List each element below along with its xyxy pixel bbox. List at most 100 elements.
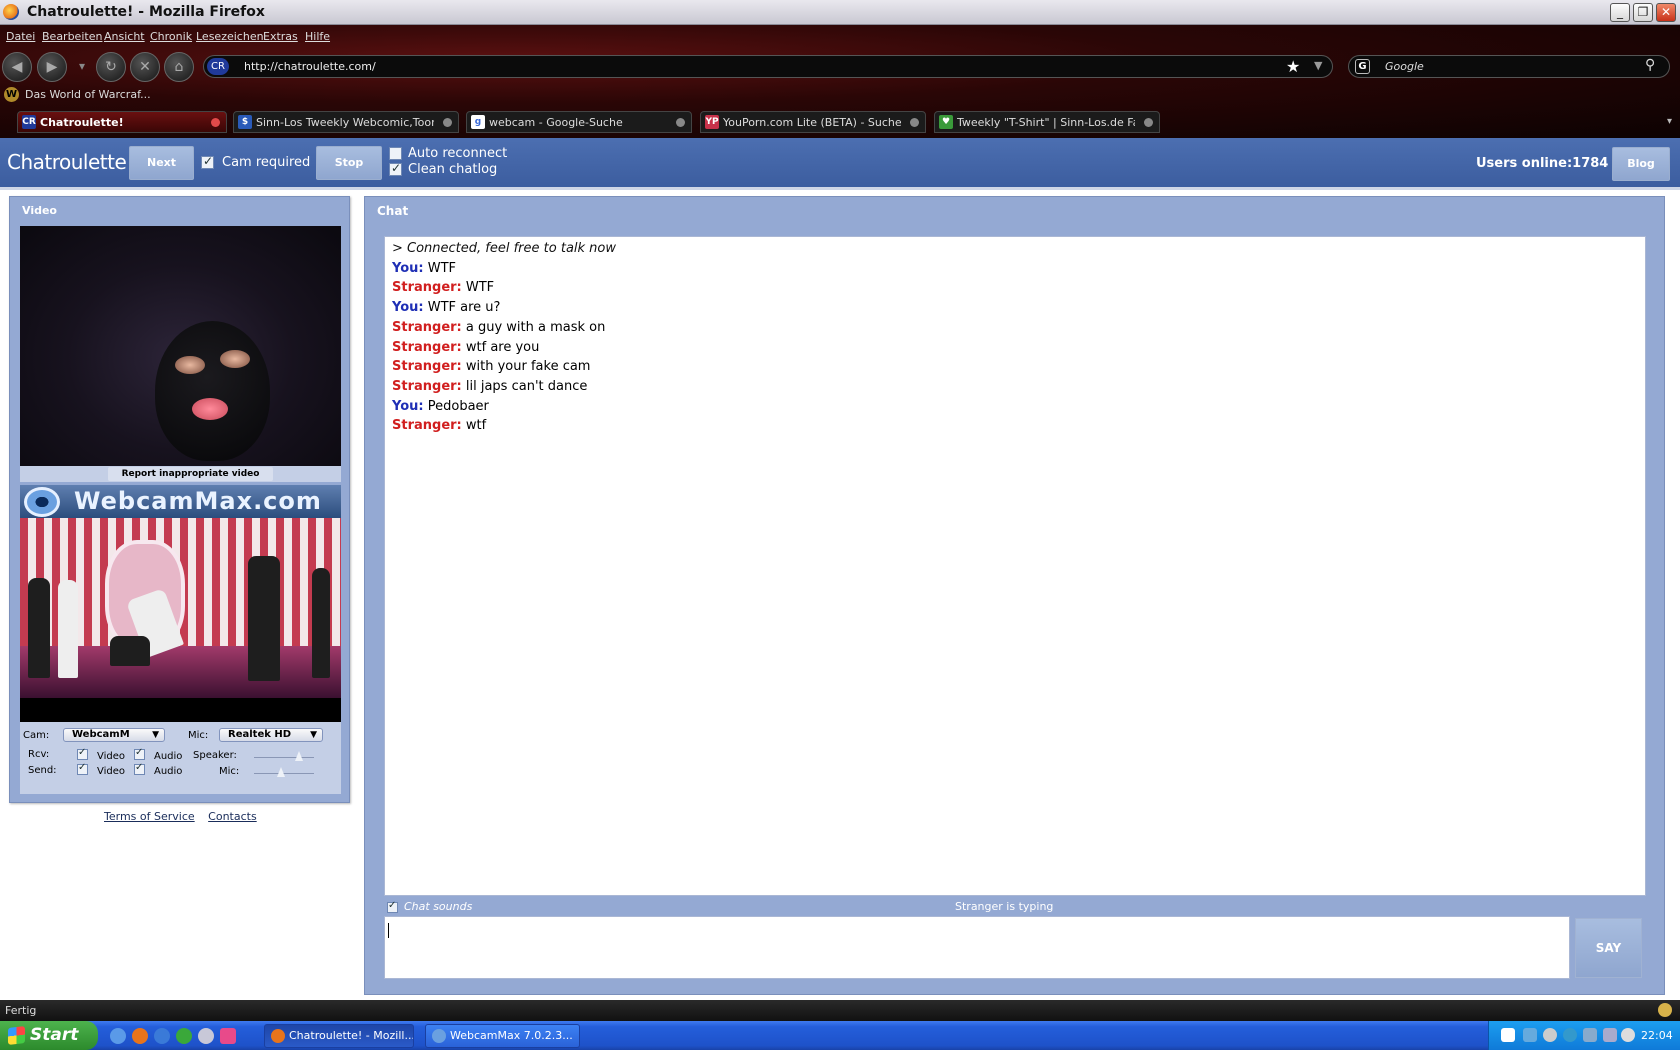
mic-volume-slider[interactable] (254, 767, 314, 777)
speaker-slider-handle[interactable] (295, 751, 303, 761)
url-dropdown-icon[interactable]: ▼ (1314, 59, 1322, 72)
maximize-button[interactable]: ❐ (1633, 3, 1653, 22)
chat-message: Stranger: with your fake cam (392, 359, 590, 374)
addon-status-icon[interactable] (1658, 1003, 1672, 1017)
chat-panel: Chat > Connected, feel free to talk now Y… (364, 196, 1665, 995)
chat-message: Stranger: wtf (392, 418, 486, 433)
address-bar[interactable]: CR http://chatroulette.com/ ★ ▼ (203, 55, 1333, 78)
tab-sinn-los[interactable]: $ Sinn-Los Tweekly Webcomic,Toons un... (233, 111, 459, 133)
quicklaunch-app-icon[interactable] (110, 1028, 126, 1044)
url-text[interactable]: http://chatroulette.com/ (244, 60, 376, 73)
blog-button[interactable]: Blog (1612, 147, 1670, 181)
footer-links: Terms of Service Contacts (104, 810, 267, 823)
google-engine-icon[interactable]: G (1355, 59, 1370, 74)
say-button[interactable]: SAY (1575, 918, 1642, 978)
tab-chatroulette[interactable]: CR Chatroulette! (17, 111, 227, 133)
quicklaunch-firefox-icon[interactable] (132, 1028, 148, 1044)
home-button[interactable]: ⌂ (164, 52, 194, 82)
clean-chatlog-checkbox[interactable] (389, 161, 402, 176)
mic-select[interactable]: Realtek HD ▼ (219, 728, 323, 742)
users-online-status: Users online:1784 (1476, 156, 1608, 171)
tab-label: Sinn-Los Tweekly Webcomic,Toons un... (256, 116, 434, 129)
quicklaunch-app-icon[interactable] (220, 1028, 236, 1044)
menu-ansicht[interactable]: Ansicht (104, 30, 145, 43)
chatroulette-header: Chatroulette Next Cam required Stop Auto… (0, 138, 1680, 190)
send-video-checkbox[interactable] (77, 762, 88, 775)
back-button[interactable]: ◀ (2, 52, 32, 82)
stop-button[interactable]: Stop (316, 146, 382, 180)
mask-eye (220, 350, 250, 368)
rcv-video-checkbox[interactable] (77, 747, 88, 760)
tab-close-icon[interactable] (910, 118, 919, 127)
contacts-link[interactable]: Contacts (208, 810, 257, 823)
firefox-icon (3, 4, 19, 20)
terms-of-service-link[interactable]: Terms of Service (104, 810, 195, 823)
tab-youporn[interactable]: YP YouPorn.com Lite (BETA) - Suche (700, 111, 926, 133)
sender-stranger: Stranger: (392, 280, 462, 296)
help-tray-icon[interactable] (1501, 1028, 1515, 1042)
send-label: Send: (28, 765, 57, 776)
network-tray-icon[interactable] (1523, 1028, 1537, 1042)
auto-reconnect-checkbox[interactable] (389, 147, 402, 160)
tab-google-search[interactable]: g webcam - Google-Suche (466, 111, 692, 133)
menu-hilfe[interactable]: Hilfe (305, 30, 330, 43)
history-dropdown-icon[interactable]: ▾ (79, 59, 85, 73)
report-video-button[interactable]: Report inappropriate video (108, 467, 273, 481)
tab-close-icon[interactable] (1144, 118, 1153, 127)
sender-stranger: Stranger: (392, 359, 462, 375)
start-button[interactable]: Start (0, 1021, 98, 1050)
sender-you: You: (392, 260, 424, 276)
system-tray: 22:04 (1488, 1021, 1680, 1050)
reload-button[interactable]: ↻ (96, 52, 126, 82)
chat-message-input[interactable] (384, 916, 1570, 979)
message-text: WTF are u? (423, 300, 501, 316)
rcv-audio-checkbox[interactable] (134, 747, 145, 760)
send-audio-checkbox[interactable] (134, 762, 145, 775)
webcammax-icon (432, 1029, 446, 1043)
stop-loading-button[interactable]: ✕ (130, 52, 160, 82)
chat-sounds-checkbox[interactable] (387, 900, 398, 913)
person-figure (248, 556, 280, 681)
next-button[interactable]: Next (129, 146, 194, 180)
menu-lesezeichen[interactable]: Lesezeichen (196, 30, 264, 43)
monitor-tray-icon[interactable] (1583, 1028, 1597, 1042)
tab-favicon: CR (22, 115, 36, 129)
chat-message: You: Pedobaer (392, 399, 489, 414)
menu-datei[interactable]: Datei (6, 30, 35, 43)
site-identity-icon[interactable]: CR (207, 58, 229, 75)
bookmark-item[interactable]: Das World of Warcraf... (25, 88, 151, 101)
quicklaunch-app-icon[interactable] (176, 1028, 192, 1044)
search-placeholder[interactable]: Google (1385, 60, 1424, 73)
chevron-down-icon: ▼ (152, 730, 159, 740)
sender-stranger: Stranger: (392, 378, 462, 394)
close-window-button[interactable]: ✕ (1656, 3, 1676, 22)
bookmark-star-icon[interactable]: ★ (1286, 57, 1300, 76)
taskbar-item-webcammax[interactable]: WebcamMax 7.0.2.3... (425, 1024, 580, 1048)
quicklaunch-ie-icon[interactable] (154, 1028, 170, 1044)
chat-log: > Connected, feel free to talk now You: W… (384, 236, 1646, 896)
cam-required-checkbox[interactable] (201, 154, 214, 169)
menu-extras[interactable]: Extras (263, 30, 298, 43)
forward-button[interactable]: ▶ (37, 52, 67, 82)
speaker-slider[interactable] (254, 751, 314, 761)
mic-slider-handle[interactable] (277, 767, 285, 777)
taskbar-item-firefox[interactable]: Chatroulette! - Mozill... (264, 1024, 414, 1048)
search-icon[interactable]: ⚲ (1645, 57, 1655, 73)
dancer-figure (110, 636, 150, 666)
webcammax-tray-icon[interactable] (1563, 1028, 1577, 1042)
tab-close-icon[interactable] (211, 118, 220, 127)
menu-chronik[interactable]: Chronik (150, 30, 192, 43)
volume-tray-icon[interactable] (1621, 1028, 1635, 1042)
tab-close-icon[interactable] (676, 118, 685, 127)
tab-tweekly-shirt[interactable]: ♥ Tweekly "T-Shirt" | Sinn-Los.de Fan-Sh… (934, 111, 1160, 133)
task-label: WebcamMax 7.0.2.3... (450, 1029, 573, 1042)
all-tabs-dropdown-icon[interactable]: ▾ (1667, 116, 1672, 127)
tab-close-icon[interactable] (443, 118, 452, 127)
tray-app-icon[interactable] (1543, 1028, 1557, 1042)
cam-select[interactable]: WebcamM ▼ (63, 728, 165, 742)
menu-bearbeiten[interactable]: Bearbeiten (42, 30, 102, 43)
network-tray-icon[interactable] (1603, 1028, 1617, 1042)
search-bar[interactable]: G Google ⚲ (1348, 55, 1670, 78)
minimize-button[interactable]: _ (1610, 3, 1630, 22)
quicklaunch-app-icon[interactable] (198, 1028, 214, 1044)
